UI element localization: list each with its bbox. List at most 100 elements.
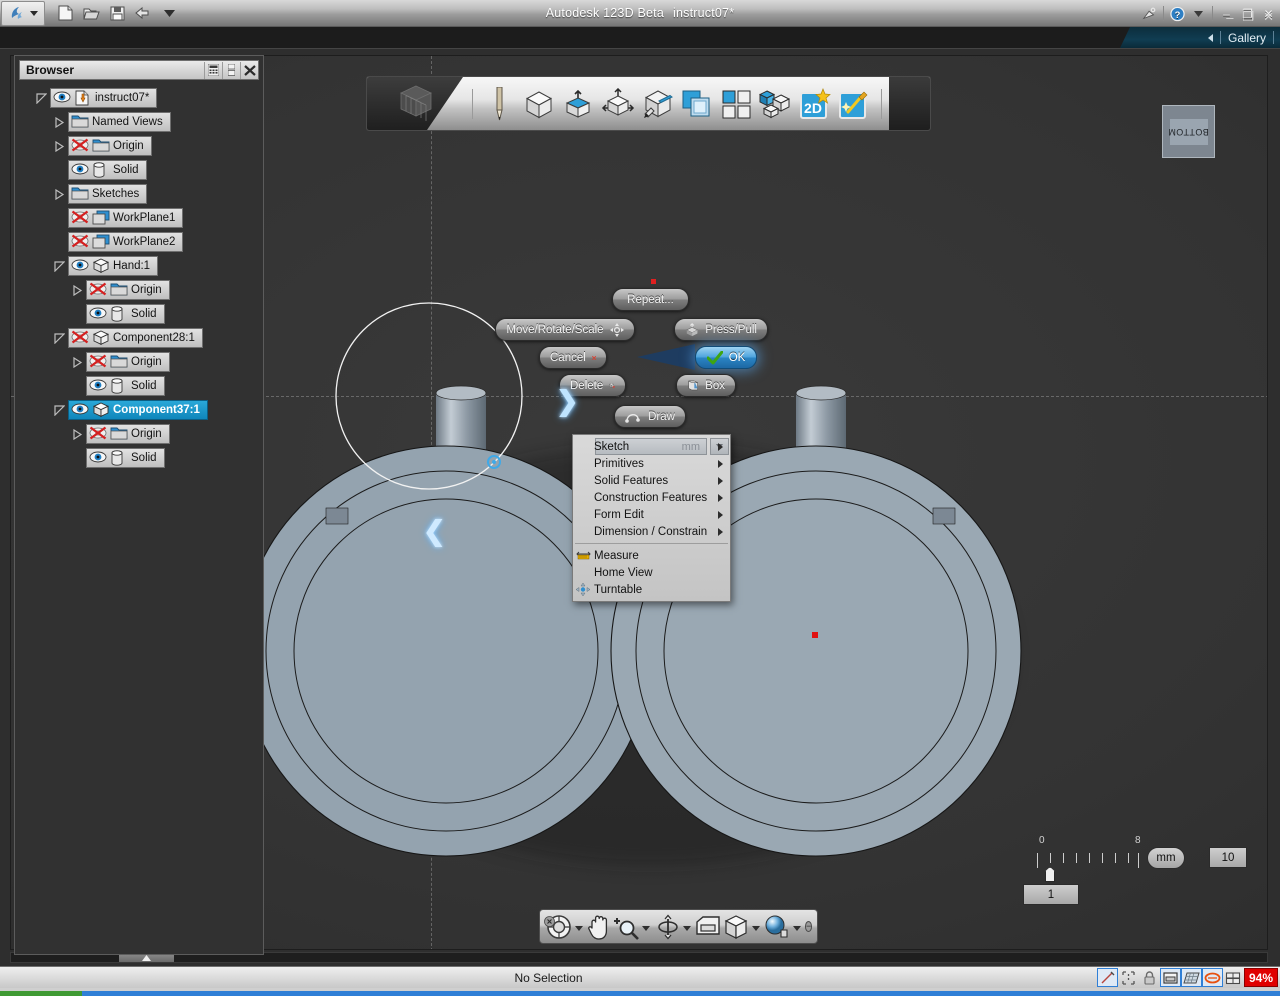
marking-menu-box-button[interactable]: Box (676, 374, 736, 397)
triangle-left-icon[interactable] (1208, 34, 1213, 42)
workplane-toggle-icon[interactable] (1160, 968, 1181, 987)
eye-icon[interactable] (71, 402, 89, 418)
tree-item[interactable]: WorkPlane1 (68, 208, 183, 228)
satellite-dish-icon[interactable] (1142, 6, 1157, 22)
eye-off-icon[interactable] (71, 330, 89, 346)
magic-wand-icon[interactable] (837, 85, 870, 123)
expander-expanded-icon[interactable] (35, 92, 48, 105)
marking-menu-move-rotate-scale-button[interactable]: Move/Rotate/Scale (495, 318, 635, 341)
eye-off-icon[interactable] (89, 354, 107, 370)
gallery-tab[interactable]: Gallery (1120, 27, 1280, 48)
eye-off-icon[interactable] (71, 210, 89, 226)
marking-menu-repeat-button[interactable]: Repeat... (612, 288, 689, 311)
tree-node[interactable]: Solid (15, 158, 263, 182)
cube-edit-icon[interactable] (641, 85, 674, 123)
context-menu-item-construction-features[interactable]: Construction Features (573, 489, 730, 506)
tree-item[interactable]: Component28:1 (68, 328, 203, 348)
scale-unit-button[interactable]: mm (1147, 847, 1185, 869)
padlock-icon[interactable] (1139, 968, 1160, 987)
context-menu-item-turntable[interactable]: Turntable (573, 581, 730, 598)
sphere-shade-icon[interactable] (764, 913, 790, 941)
chevron-down-icon[interactable] (161, 5, 178, 22)
tree-item[interactable]: Origin (86, 424, 170, 444)
context-menu-item-form-edit[interactable]: Form Edit (573, 506, 730, 523)
overlap-squares-icon[interactable] (680, 85, 713, 123)
eye-off-icon[interactable] (71, 234, 89, 250)
view-cube-face[interactable]: BOTTOM (1170, 119, 1208, 145)
tree-node[interactable]: Origin (15, 422, 263, 446)
four-squares-icon[interactable] (720, 85, 753, 123)
cube-extrude-icon[interactable] (562, 85, 595, 123)
orange-ellipse-icon[interactable] (1202, 968, 1223, 987)
tree-item[interactable]: WorkPlane2 (68, 232, 183, 252)
dock-icon[interactable] (222, 62, 240, 79)
eye-icon[interactable] (89, 378, 107, 394)
expander-collapsed-icon[interactable] (71, 284, 84, 297)
tree-item[interactable]: Sketches (68, 184, 147, 204)
marking-menu-press-pull-button[interactable]: Press/Pull (674, 318, 768, 341)
scale-widget[interactable]: 0 8 mm 1 10 (1015, 831, 1245, 903)
steering-wheel-dropdown-icon[interactable] (575, 926, 583, 931)
tree-node[interactable]: Named Views (15, 110, 263, 134)
orbit-dropdown-icon[interactable] (683, 926, 691, 931)
doc-restore-button[interactable]: ❐ (1242, 9, 1254, 25)
expander-collapsed-icon[interactable] (71, 428, 84, 441)
marking-menu-draw-button[interactable]: Draw (614, 405, 686, 428)
tree-item[interactable]: Solid (86, 448, 165, 468)
tree-node[interactable]: Origin (15, 278, 263, 302)
context-menu-item-measure[interactable]: Measure (573, 547, 730, 564)
bounding-box-icon[interactable] (1118, 968, 1139, 987)
expander-expanded-icon[interactable] (53, 332, 66, 345)
tree-node[interactable]: Solid (15, 446, 263, 470)
display-style-dropdown-icon[interactable] (793, 926, 801, 931)
expander-expanded-icon[interactable] (53, 260, 66, 273)
view-cube[interactable]: BOTTOM (1162, 105, 1215, 158)
taskbar-area[interactable] (82, 991, 1280, 996)
eye-icon[interactable] (71, 162, 89, 178)
undo-arrow-icon[interactable] (135, 5, 152, 22)
close-icon[interactable] (240, 62, 258, 79)
eye-off-icon[interactable] (71, 138, 89, 154)
taskbar-active-app[interactable] (0, 991, 82, 996)
eye-off-icon[interactable] (89, 282, 107, 298)
tree-node[interactable]: Component28:1 (15, 326, 263, 350)
scale-slider-thumb[interactable] (1045, 867, 1055, 882)
cube-view-dropdown-icon[interactable] (752, 926, 760, 931)
context-menu-item-solid-features[interactable]: Solid Features (573, 472, 730, 489)
application-menu-button[interactable] (1, 1, 45, 26)
tree-node[interactable]: Origin (15, 350, 263, 374)
chevron-down-icon[interactable] (1191, 6, 1206, 22)
eye-icon[interactable] (89, 306, 107, 322)
tree-item[interactable]: Solid (86, 304, 165, 324)
2d-star-icon[interactable]: 2D (798, 85, 831, 123)
tree-item[interactable]: Solid (68, 160, 147, 180)
tree-node[interactable]: Solid (15, 302, 263, 326)
cube-transform-icon[interactable] (601, 85, 635, 123)
tree-node[interactable]: Solid (15, 374, 263, 398)
tree-item[interactable]: Solid (86, 376, 165, 396)
tree-item[interactable]: Origin (86, 352, 170, 372)
layers-icon[interactable] (1223, 968, 1244, 987)
expander-collapsed-icon[interactable] (71, 356, 84, 369)
expander-expanded-icon[interactable] (53, 404, 66, 417)
marking-menu-ok-button[interactable]: OK (695, 346, 757, 369)
tree-node[interactable]: Origin (15, 134, 263, 158)
grid-plane-icon[interactable] (1181, 968, 1202, 987)
expander-collapsed-icon[interactable] (53, 188, 66, 201)
cube-cluster-icon[interactable] (759, 85, 792, 123)
eye-icon[interactable] (53, 90, 71, 106)
zoom-magnifier-icon[interactable] (613, 913, 639, 941)
scale-value-right-field[interactable]: 10 (1209, 847, 1247, 868)
tree-node[interactable]: Hand:1 (15, 254, 263, 278)
eye-icon[interactable] (71, 258, 89, 274)
scale-value-left-field[interactable]: 1 (1023, 884, 1079, 905)
expander-collapsed-icon[interactable] (53, 116, 66, 129)
doc-close-button[interactable]: ✕ (1263, 9, 1274, 25)
eye-off-icon[interactable] (89, 426, 107, 442)
close-small-icon[interactable] (544, 914, 555, 932)
save-disk-icon[interactable] (109, 5, 126, 22)
white-cube-icon[interactable] (522, 85, 555, 123)
hand-pan-icon[interactable] (587, 913, 611, 941)
context-menu[interactable]: mm Sketch Primitives Solid Features Cons… (572, 434, 731, 602)
minimize-bar-icon[interactable]: − (805, 921, 812, 932)
